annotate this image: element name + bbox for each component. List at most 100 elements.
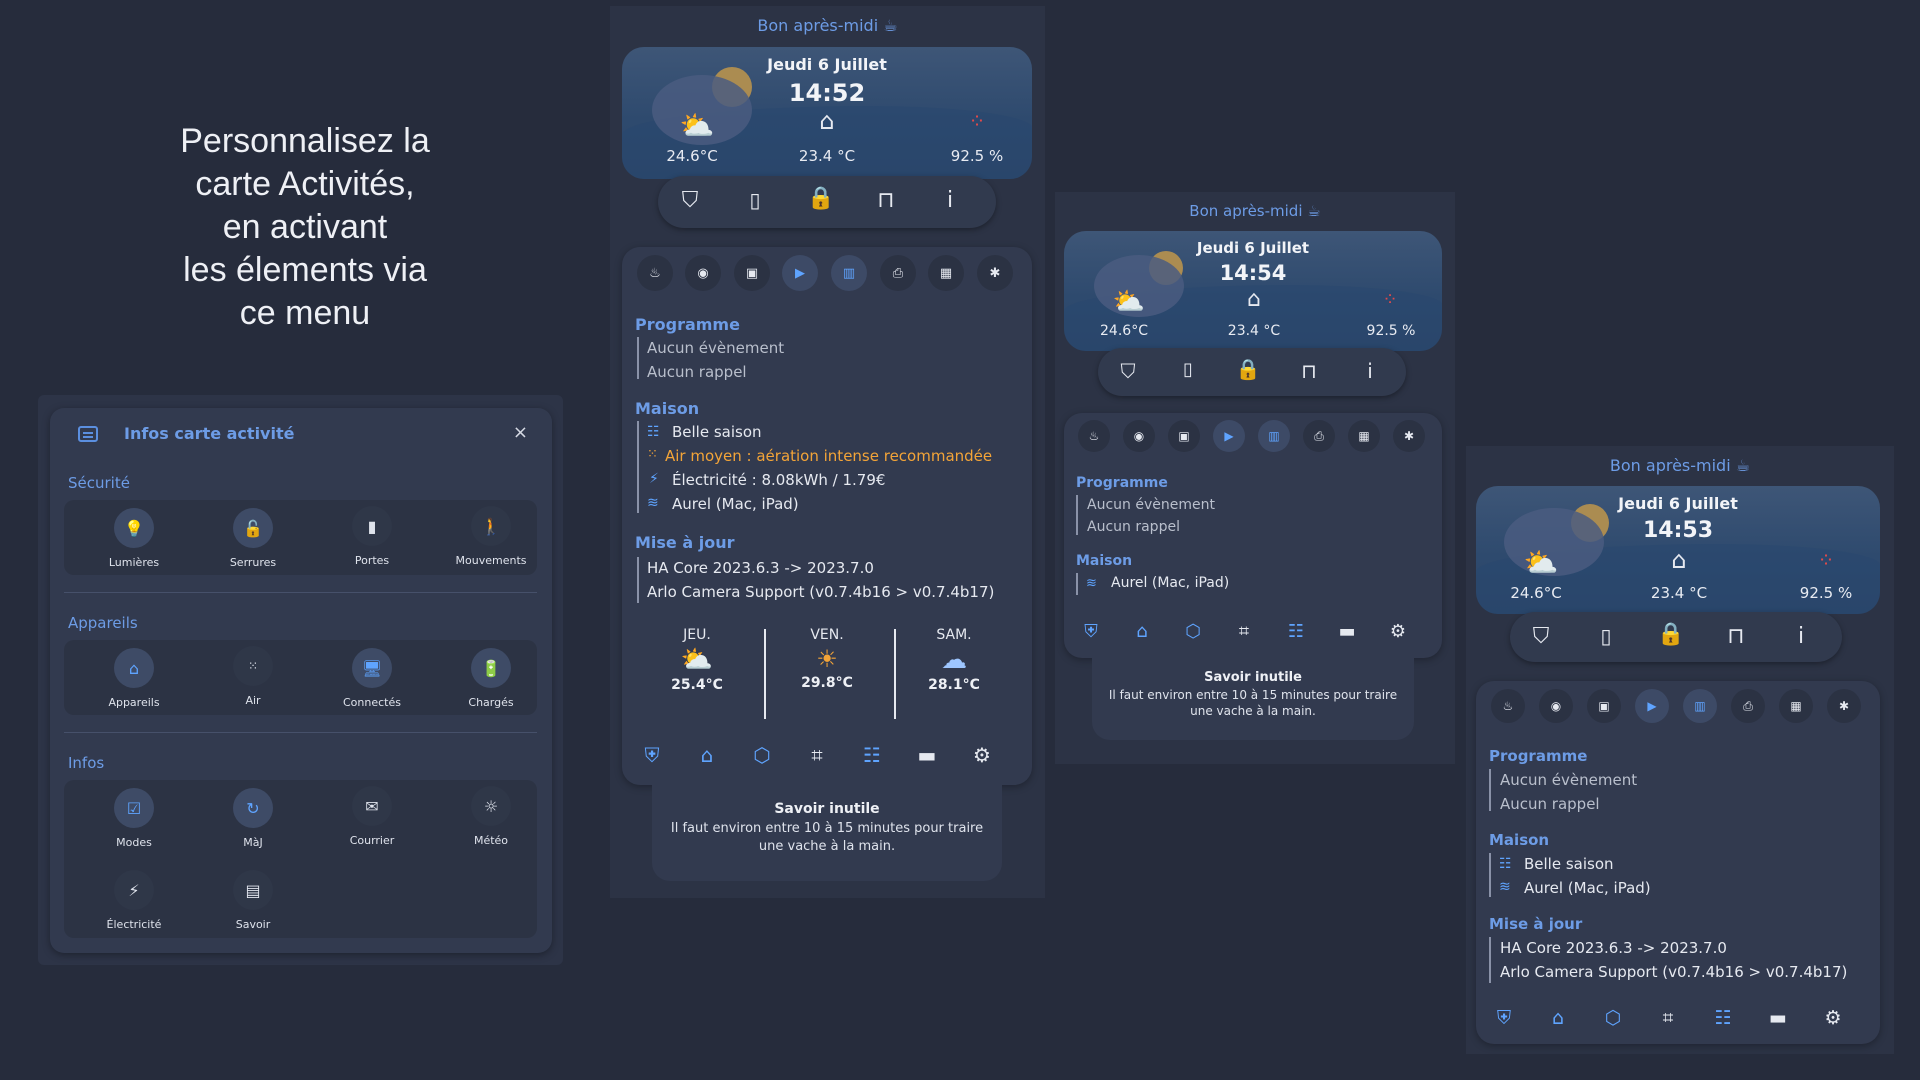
- shield-check-icon[interactable]: ⛨: [1074, 621, 1108, 642]
- qr-scan-icon[interactable]: ⌗: [1650, 1007, 1686, 1029]
- toggle-label: Chargés: [468, 696, 514, 709]
- fan-icon[interactable]: ✱: [1393, 420, 1425, 452]
- qr-scan-icon[interactable]: ⌗: [797, 743, 837, 767]
- cube-icon[interactable]: ⬡: [742, 743, 782, 767]
- robot-icon[interactable]: ◉: [685, 255, 721, 291]
- toggle-label: Courrier: [349, 834, 395, 847]
- bullet-bar: [1076, 573, 1078, 595]
- toggle-lumieres[interactable]: 💡 Lumières: [79, 508, 189, 569]
- lights-icon[interactable]: ♨: [637, 255, 673, 291]
- radiator-icon[interactable]: ▦: [1348, 420, 1380, 452]
- phone-icon[interactable]: ▥: [1258, 420, 1290, 452]
- message-icon[interactable]: ▬: [1760, 1007, 1796, 1029]
- message-icon[interactable]: ▬: [907, 743, 947, 767]
- lock-open-icon: 🔓: [233, 508, 273, 548]
- shield-off-icon[interactable]: ⛉: [1110, 359, 1146, 383]
- section-securite: 💡 Lumières 🔓 Serrures ▮ Portes 🚶 Mouvements: [64, 500, 537, 575]
- toggle-serrures[interactable]: 🔓 Serrures: [198, 508, 308, 569]
- toggle-portes[interactable]: ▮ Portes: [317, 506, 427, 567]
- list-icon[interactable]: ☷: [1705, 1007, 1741, 1029]
- intercom-icon[interactable]: ▯: [1170, 359, 1206, 380]
- toggle-appareils[interactable]: ⌂ Appareils: [79, 648, 189, 709]
- bullet-bar: [637, 421, 639, 513]
- forecast-temp: 25.4°C: [671, 677, 723, 693]
- home-automation-icon[interactable]: ⌂: [1540, 1007, 1576, 1029]
- tv-icon[interactable]: ▶: [1213, 420, 1245, 452]
- toggle-air[interactable]: ⁙ Air: [198, 646, 308, 707]
- gear-icon[interactable]: ⚙: [1381, 621, 1415, 642]
- cube-icon[interactable]: ⬡: [1176, 621, 1210, 642]
- phone-icon[interactable]: ▥: [1683, 689, 1717, 723]
- toggle-mouvements[interactable]: 🚶 Mouvements: [436, 506, 546, 567]
- close-icon[interactable]: ×: [513, 422, 528, 443]
- forecast-day-label: VEN.: [810, 627, 844, 643]
- date: Jeudi 6 Juillet: [1196, 239, 1310, 257]
- walk-icon: 🚶: [471, 506, 511, 546]
- maison-line: Aurel (Mac, iPad): [672, 495, 799, 513]
- time: 14:53: [1642, 518, 1714, 543]
- printer-icon[interactable]: ⎙: [1731, 689, 1765, 723]
- tv-icon[interactable]: ▶: [1635, 689, 1669, 723]
- person-icon[interactable]: ⅰ: [1352, 359, 1388, 383]
- forecast-day: JEU. ⛅ 25.4°C: [652, 627, 742, 693]
- door-icon[interactable]: ⊓: [866, 188, 906, 213]
- toggle-meteo[interactable]: ☼ Météo: [436, 786, 546, 847]
- toggle-maj[interactable]: ↻ MàJ: [198, 788, 308, 849]
- speaker-icon[interactable]: ▣: [1168, 420, 1200, 452]
- message-icon[interactable]: ▬: [1330, 621, 1364, 642]
- robot-icon[interactable]: ◉: [1539, 689, 1573, 723]
- door-icon[interactable]: ⊓: [1291, 359, 1327, 383]
- toggle-electricite[interactable]: ⚡ Électricité: [79, 870, 189, 931]
- intercom-icon[interactable]: ▯: [735, 188, 775, 212]
- cube-icon[interactable]: ⬡: [1595, 1007, 1631, 1029]
- weather-icon: ☼: [471, 786, 511, 826]
- lock-icon[interactable]: 🔒: [801, 186, 841, 211]
- toggle-courrier[interactable]: ✉ Courrier: [317, 786, 427, 847]
- shield-check-icon[interactable]: ⛨: [1486, 1007, 1522, 1029]
- monitor-icon: 🖥: [352, 648, 392, 688]
- printer-icon[interactable]: ⎙: [1303, 420, 1335, 452]
- shield-off-icon[interactable]: ⛉: [1522, 624, 1560, 649]
- door-icon[interactable]: ⊓: [1717, 624, 1755, 649]
- activity-panel: ♨ ◉ ▣ ▶ ▥ ⎙ ▦ ✱ Programme Aucun évènemen…: [622, 247, 1032, 785]
- lights-icon[interactable]: ♨: [1491, 689, 1525, 723]
- phone-icon[interactable]: ▥: [831, 255, 867, 291]
- robot-icon[interactable]: ◉: [1123, 420, 1155, 452]
- programme-line: Aucun rappel: [647, 363, 747, 381]
- maison-line: Aurel (Mac, iPad): [1524, 879, 1651, 897]
- intercom-icon[interactable]: ▯: [1587, 624, 1625, 648]
- headline-line: carte Activités,: [195, 165, 415, 203]
- home-automation-icon[interactable]: ⌂: [687, 743, 727, 767]
- toggle-connectes[interactable]: 🖥 Connectés: [317, 648, 427, 709]
- tv-icon[interactable]: ▶: [782, 255, 818, 291]
- radiator-icon[interactable]: ▦: [928, 255, 964, 291]
- home-automation-icon[interactable]: ⌂: [1125, 621, 1159, 642]
- list-icon[interactable]: ☷: [852, 743, 892, 767]
- speaker-icon[interactable]: ▣: [734, 255, 770, 291]
- toggle-modes[interactable]: ☑ Modes: [79, 788, 189, 849]
- toggle-savoir[interactable]: ▤ Savoir: [198, 870, 308, 931]
- security-bar: ⛉ ▯ 🔒 ⊓ ⅰ: [658, 176, 996, 228]
- radiator-icon[interactable]: ▦: [1779, 689, 1813, 723]
- fan-icon[interactable]: ✱: [1827, 689, 1861, 723]
- printer-icon[interactable]: ⎙: [880, 255, 916, 291]
- gear-icon[interactable]: ⚙: [1815, 1007, 1851, 1029]
- fun-fact-text: une vache à la main.: [758, 839, 896, 854]
- person-icon[interactable]: ⅰ: [1782, 624, 1820, 649]
- lock-icon[interactable]: 🔒: [1230, 357, 1266, 381]
- person-icon[interactable]: ⅰ: [930, 188, 970, 213]
- weather-header: Jeudi 6 Juillet 14:53 ⛅ ⌂ ⁘ 24.6°C 23.4 …: [1476, 486, 1880, 614]
- toggle-charges[interactable]: 🔋 Chargés: [436, 648, 546, 709]
- shield-off-icon[interactable]: ⛉: [670, 188, 710, 213]
- fun-fact-title: Savoir inutile: [774, 801, 880, 817]
- qr-scan-icon[interactable]: ⌗: [1227, 621, 1261, 642]
- sun-icon: ☀: [816, 645, 838, 673]
- lights-icon[interactable]: ♨: [1078, 420, 1110, 452]
- fan-icon[interactable]: ✱: [977, 255, 1013, 291]
- list-icon[interactable]: ☷: [1279, 621, 1313, 642]
- shield-check-icon[interactable]: ⛨: [632, 743, 672, 767]
- lock-icon[interactable]: 🔒: [1652, 622, 1690, 647]
- speaker-icon[interactable]: ▣: [1587, 689, 1621, 723]
- gear-icon[interactable]: ⚙: [962, 743, 1002, 767]
- home-icon: ⌂: [114, 648, 154, 688]
